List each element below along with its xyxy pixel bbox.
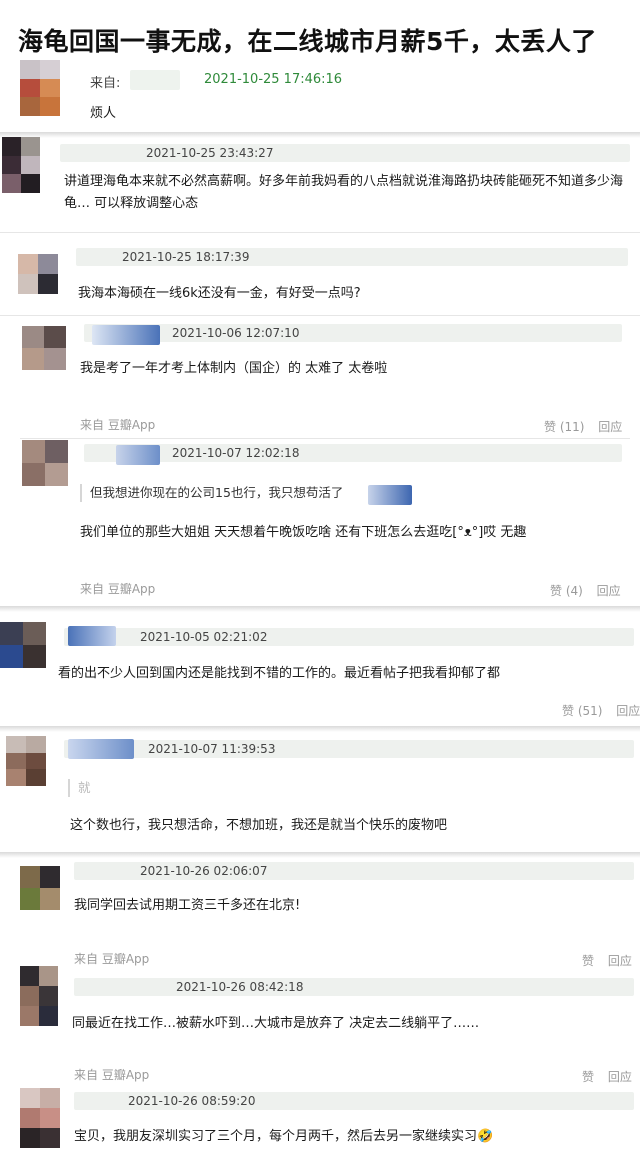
- comment-avatar[interactable]: [0, 622, 46, 668]
- screenshot-edge: [0, 132, 640, 138]
- like-button[interactable]: 赞: [582, 954, 594, 968]
- comment-source: 来自 豆瓣App: [74, 1068, 150, 1082]
- comment-text: 同最近在找工作…被薪水吓到…大城市是放弃了 决定去二线躺平了……: [72, 1016, 480, 1031]
- divider: [0, 232, 640, 233]
- reply-button[interactable]: 回应: [616, 704, 640, 718]
- op-username[interactable]: [130, 70, 180, 90]
- divider: [20, 438, 630, 439]
- comment-username[interactable]: [68, 626, 116, 646]
- post-timestamp: 2021-10-25 17:46:16: [204, 72, 343, 87]
- comment-avatar[interactable]: [18, 254, 58, 294]
- reply-button[interactable]: 回应: [598, 420, 622, 434]
- comment-timestamp: 2021-10-25 18:17:39: [122, 250, 250, 264]
- post-body: 烦人: [90, 106, 117, 121]
- comment-timestamp: 2021-10-05 02:21:02: [140, 630, 268, 644]
- comment-actions: 赞 回应: [582, 1068, 632, 1085]
- comment-meta-bar: [84, 324, 622, 342]
- comment-username[interactable]: [68, 739, 134, 759]
- comment-avatar[interactable]: [6, 736, 46, 786]
- comment-actions: 赞 (4) 回应: [550, 582, 621, 599]
- comment-avatar[interactable]: [22, 440, 68, 486]
- comment-avatar[interactable]: [20, 1088, 60, 1148]
- comment-text: 我是考了一年才考上体制内（国企）的 太难了 太卷啦: [80, 361, 388, 376]
- comment-source: 来自 豆瓣App: [80, 582, 156, 596]
- comment-timestamp: 2021-10-26 08:42:18: [176, 980, 304, 994]
- screenshot-edge: [0, 606, 640, 612]
- comment-avatar[interactable]: [22, 326, 66, 370]
- comment-text: 我们单位的那些大姐姐 天天想着午晚饭吃啥 还有下班怎么去逛吃[°ᴥ°]哎 无趣: [80, 525, 527, 540]
- comment-timestamp: 2021-10-25 23:43:27: [146, 146, 274, 160]
- comment-username[interactable]: [116, 445, 160, 465]
- comment-source: 来自 豆瓣App: [74, 952, 150, 966]
- comment-avatar[interactable]: [2, 137, 40, 193]
- comment-timestamp: 2021-10-07 12:02:18: [172, 446, 300, 460]
- like-button[interactable]: 赞 (4): [550, 584, 583, 598]
- comment-timestamp: 2021-10-26 02:06:07: [140, 864, 268, 878]
- comment-username[interactable]: [92, 325, 160, 345]
- reply-button[interactable]: 回应: [597, 584, 621, 598]
- like-button[interactable]: 赞: [582, 1070, 594, 1084]
- comment-text: 看的出不少人回到国内还是能找到不错的工作的。最近看帖子把我看抑郁了都: [58, 666, 501, 681]
- screenshot-edge: [0, 726, 640, 732]
- comment-actions: 赞 回应: [582, 952, 632, 969]
- quoted-username[interactable]: [368, 485, 412, 505]
- post-title: 海龟回国一事无成，在二线城市月薪5千，太丢人了: [18, 27, 597, 56]
- comment-actions: 赞 (51) 回应: [562, 702, 640, 719]
- divider: [0, 315, 640, 316]
- comment-text: 我海本海硕在一线6k还没有一金，有好受一点吗?: [78, 286, 361, 301]
- comment-text: 这个数也行，我只想活命，不想加班，我还是就当个快乐的废物吧: [70, 818, 448, 833]
- comment-avatar[interactable]: [20, 966, 58, 1026]
- comment-meta-bar: [84, 444, 622, 462]
- comment-source: 来自 豆瓣App: [80, 418, 156, 432]
- like-button[interactable]: 赞 (51): [562, 704, 602, 718]
- comment-actions: 赞 (11) 回应: [544, 418, 622, 435]
- comment-text: 龟… 可以释放调整心态: [64, 196, 199, 211]
- screenshot-edge: [0, 852, 640, 858]
- op-avatar[interactable]: [20, 60, 60, 116]
- comment-text: 讲道理海龟本来就不必然高薪啊。好多年前我妈看的八点档就说淮海路扔块砖能砸死不知道…: [64, 174, 624, 189]
- comment-timestamp: 2021-10-07 11:39:53: [148, 742, 276, 756]
- comment-text: 我同学回去试用期工资三千多还在北京!: [74, 898, 301, 913]
- comment-text: 宝贝，我朋友深圳实习了三个月，每个月两千，然后去另一家继续实习🤣: [74, 1129, 494, 1144]
- reply-button[interactable]: 回应: [608, 1070, 632, 1084]
- quoted-reply: 就: [68, 779, 91, 797]
- comment-avatar[interactable]: [20, 866, 60, 910]
- comment-timestamp: 2021-10-06 12:07:10: [172, 326, 300, 340]
- comment-meta-bar: [74, 978, 634, 996]
- quoted-reply: 但我想进你现在的公司15也行，我只想苟活了: [80, 484, 343, 502]
- reply-button[interactable]: 回应: [608, 954, 632, 968]
- from-label: 来自:: [90, 76, 121, 91]
- comment-timestamp: 2021-10-26 08:59:20: [128, 1094, 256, 1108]
- like-button[interactable]: 赞 (11): [544, 420, 584, 434]
